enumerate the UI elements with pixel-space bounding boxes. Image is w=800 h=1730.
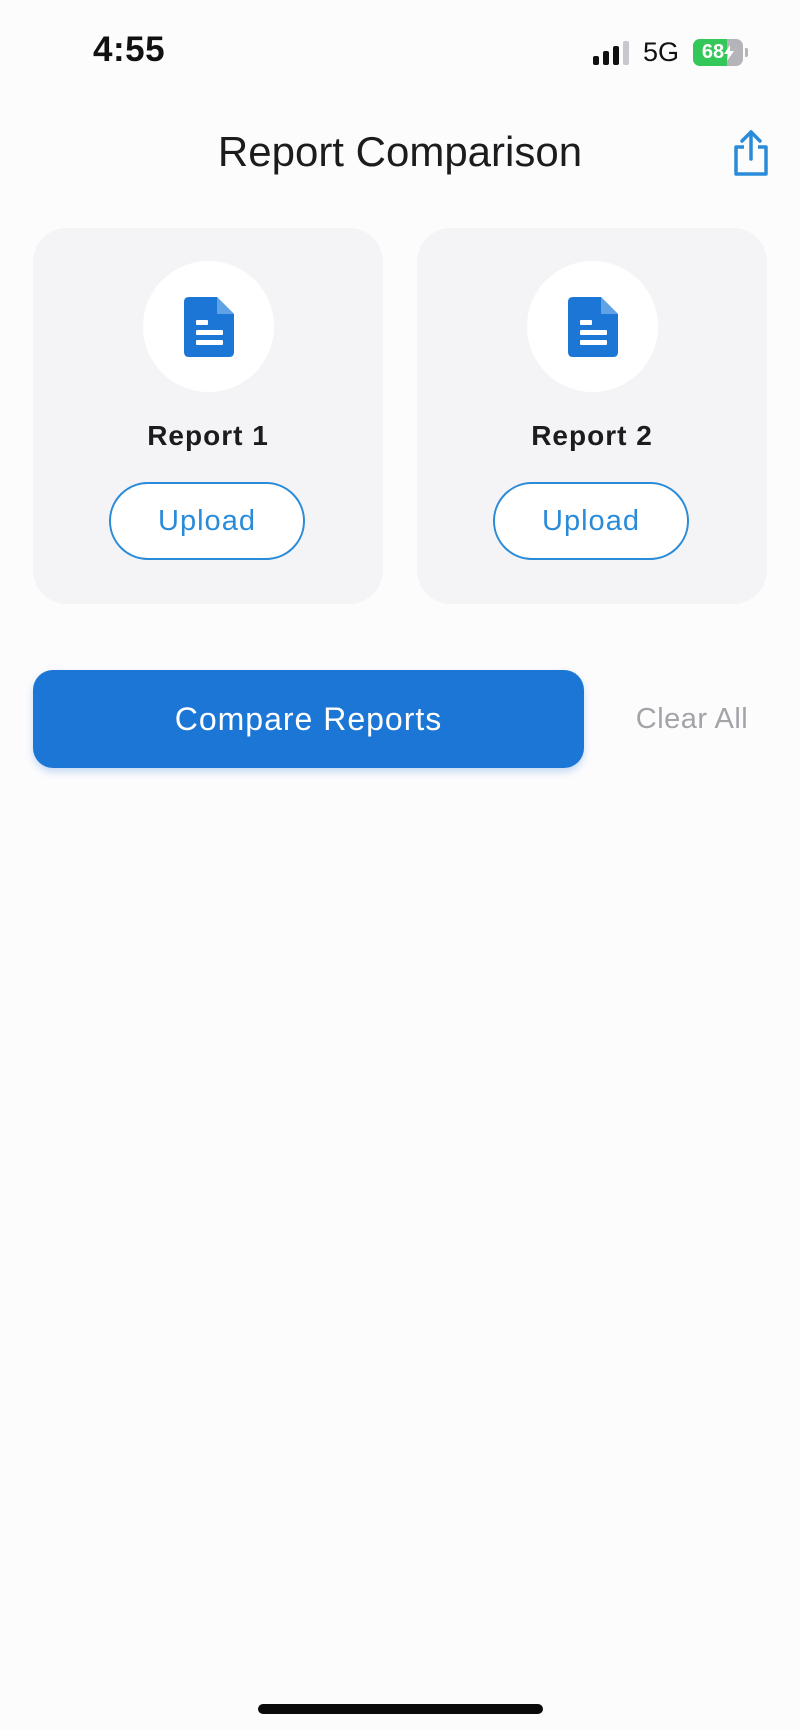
- status-indicators: 5G 68: [592, 37, 748, 68]
- signal-icon: [592, 40, 629, 65]
- clear-all-button[interactable]: Clear All: [612, 670, 772, 768]
- report-icon-circle: [527, 261, 658, 392]
- share-button[interactable]: [727, 127, 775, 179]
- report-title: Report 1: [147, 420, 269, 451]
- page-title: Report Comparison: [217, 128, 583, 175]
- report-card-2: Report 2 Upload: [417, 228, 767, 604]
- home-indicator[interactable]: [258, 1704, 543, 1714]
- report-title: Report 2: [531, 420, 653, 451]
- compare-reports-button[interactable]: Compare Reports: [33, 670, 584, 768]
- report-card-1: Report 1 Upload: [33, 228, 383, 604]
- upload-button-report-1[interactable]: Upload: [109, 482, 305, 560]
- document-icon: [183, 296, 234, 357]
- status-bar: 4:55 5G 68: [0, 0, 800, 100]
- share-icon: [734, 130, 768, 176]
- app-screen: 4:55 5G 68 Report Comparison Report 1 Up…: [0, 0, 800, 1730]
- status-time: 4:55: [93, 30, 166, 69]
- report-icon-circle: [143, 261, 274, 392]
- battery-icon: 68: [693, 39, 748, 66]
- battery-level: 68: [701, 41, 725, 63]
- document-icon: [567, 296, 618, 357]
- battery-cap: [745, 48, 748, 57]
- charging-bolt-icon: [724, 44, 735, 61]
- network-type: 5G: [642, 37, 679, 67]
- upload-button-report-2[interactable]: Upload: [493, 482, 689, 560]
